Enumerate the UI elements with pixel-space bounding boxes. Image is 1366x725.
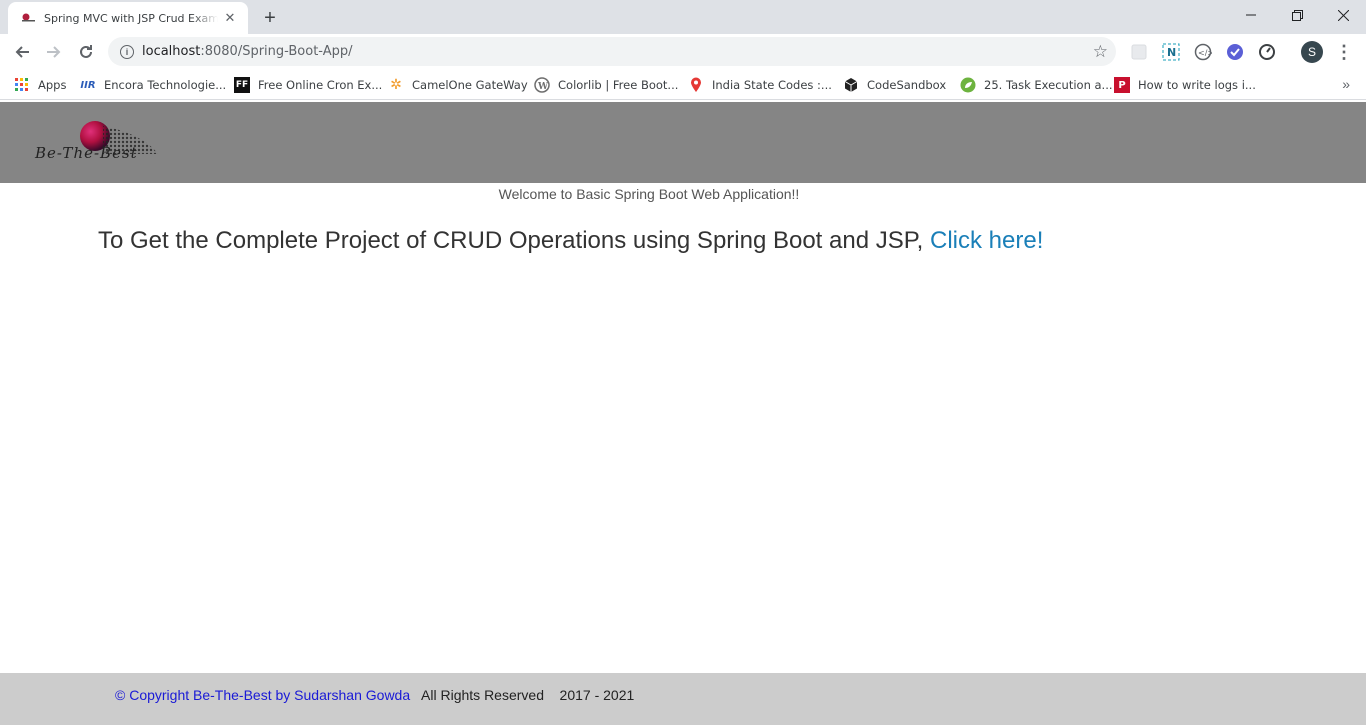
bookmark-colorlib[interactable]: W Colorlib | Free Boot...: [534, 75, 678, 95]
site-footer: © Copyright Be-The-Best by Sudarshan Gow…: [0, 673, 1366, 725]
bookmark-star-icon[interactable]: ☆: [1093, 42, 1108, 62]
restore-button[interactable]: [1274, 0, 1320, 30]
click-here-link[interactable]: Click here!: [930, 227, 1043, 254]
more-menu-icon[interactable]: ⋮: [1334, 40, 1354, 64]
site-header: Be-The-Best: [0, 102, 1366, 183]
extension-n-icon[interactable]: N: [1161, 42, 1181, 62]
bookmark-write-logs[interactable]: P How to write logs i...: [1114, 75, 1256, 95]
close-window-button[interactable]: [1320, 0, 1366, 30]
bookmark-label: CodeSandbox: [867, 78, 947, 92]
address-bar[interactable]: i localhost:8080/Spring-Boot-App/ ☆: [108, 37, 1116, 66]
bookmark-cron[interactable]: FF Free Online Cron Ex...: [234, 75, 382, 95]
extension-blank-icon[interactable]: [1129, 42, 1149, 62]
bookmark-label: Encora Technologie...: [104, 78, 227, 92]
browser-toolbar: i localhost:8080/Spring-Boot-App/ ☆ N </…: [0, 34, 1366, 70]
browser-tab[interactable]: Spring MVC with JSP Crud Example ✕: [8, 2, 248, 34]
ff-icon: FF: [234, 77, 250, 93]
url-host: localhost: [142, 44, 201, 59]
map-pin-icon: [688, 77, 704, 93]
svg-text:N: N: [1167, 46, 1176, 59]
welcome-message: Welcome to Basic Spring Boot Web Applica…: [498, 186, 800, 202]
bookmark-apps[interactable]: Apps: [14, 75, 66, 95]
bookmark-label: Apps: [38, 78, 67, 92]
rights-text: All Rights Reserved: [421, 687, 544, 703]
close-tab-icon[interactable]: ✕: [222, 10, 238, 26]
bookmark-label: How to write logs i...: [1138, 78, 1256, 92]
spring-leaf-icon: [960, 77, 976, 93]
bookmark-label: Colorlib | Free Boot...: [558, 78, 679, 92]
copyright-text: © Copyright Be-The-Best by Sudarshan Gow…: [115, 687, 411, 703]
bookmark-task-execution[interactable]: 25. Task Execution a...: [960, 75, 1113, 95]
bookmark-label: India State Codes :...: [712, 78, 832, 92]
years-text: 2017 - 2021: [559, 687, 635, 703]
bookmark-encora[interactable]: IIR Encora Technologie...: [80, 75, 226, 95]
minimize-button[interactable]: [1228, 0, 1274, 30]
logo-text: Be-The-Best: [34, 144, 138, 162]
site-logo[interactable]: Be-The-Best: [33, 120, 193, 164]
bookmark-camelone[interactable]: ✲ CamelOne GateWay: [388, 75, 528, 95]
extension-check-icon[interactable]: [1225, 42, 1245, 62]
bookmarks-bar: Apps IIR Encora Technologie... FF Free O…: [0, 70, 1366, 100]
new-tab-button[interactable]: +: [258, 6, 282, 30]
reload-icon[interactable]: [72, 38, 100, 66]
url-text: localhost:8080/Spring-Boot-App/: [142, 44, 353, 59]
codesandbox-icon: [843, 77, 859, 93]
svg-text:W: W: [537, 82, 549, 92]
camel-icon: ✲: [390, 77, 402, 93]
bookmark-india-codes[interactable]: India State Codes :...: [688, 75, 832, 95]
bookmark-label: CamelOne GateWay: [412, 78, 528, 92]
svg-text:</>: </>: [1198, 49, 1212, 58]
tab-strip: Spring MVC with JSP Crud Example ✕ +: [0, 0, 1366, 34]
red-sphere-logo-icon: [20, 10, 36, 26]
profile-avatar[interactable]: S: [1301, 41, 1323, 63]
p-icon: P: [1114, 77, 1130, 93]
footer-text: © Copyright Be-The-Best by Sudarshan Gow…: [115, 687, 634, 703]
headline-text: To Get the Complete Project of CRUD Oper…: [98, 227, 924, 254]
headline: To Get the Complete Project of CRUD Oper…: [98, 227, 1043, 255]
wordpress-icon: W: [534, 77, 550, 93]
url-path: :8080/Spring-Boot-App/: [200, 44, 353, 59]
bookmark-label: Free Online Cron Ex...: [258, 78, 383, 92]
tab-title: Spring MVC with JSP Crud Example: [44, 11, 218, 25]
bookmarks-overflow-icon[interactable]: »: [1342, 76, 1350, 92]
forward-arrow-icon[interactable]: [40, 38, 68, 66]
bookmark-label: 25. Task Execution a...: [984, 78, 1113, 92]
extension-code-icon[interactable]: </>: [1193, 42, 1213, 62]
back-arrow-icon[interactable]: [8, 38, 36, 66]
site-info-icon[interactable]: i: [120, 44, 134, 59]
encora-icon: IIR: [80, 79, 96, 91]
bookmark-codesandbox[interactable]: CodeSandbox: [843, 75, 946, 95]
extension-speed-icon[interactable]: [1257, 42, 1277, 62]
apps-grid-icon: [14, 77, 30, 93]
